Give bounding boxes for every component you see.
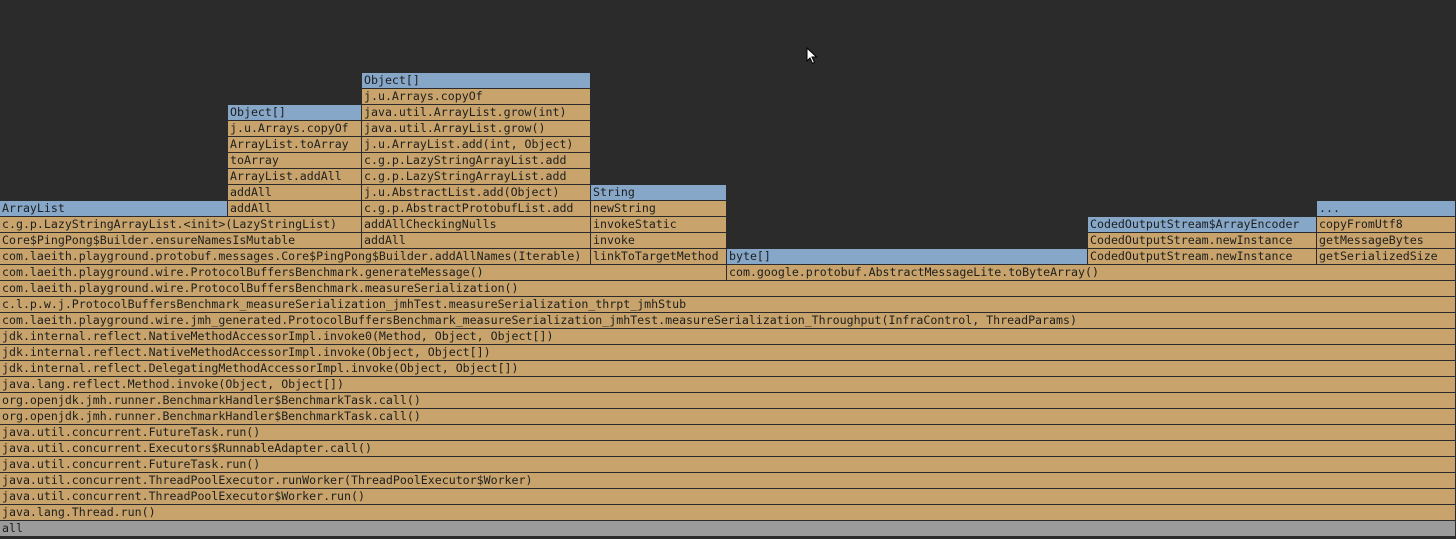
flame-frame[interactable]: c.g.p.LazyStringArrayList.add — [362, 153, 591, 168]
flame-frame[interactable]: newString — [591, 201, 727, 216]
flame-frame[interactable]: org.openjdk.jmh.runner.BenchmarkHandler$… — [0, 393, 1456, 408]
flame-frame[interactable]: addAll — [228, 185, 362, 200]
flame-frame[interactable]: com.laeith.playground.protobuf.messages.… — [0, 249, 591, 264]
flame-frame[interactable]: java.util.ArrayList.grow() — [362, 121, 591, 136]
flame-frame[interactable]: Object[] — [228, 105, 362, 120]
flame-frame[interactable]: ArrayList.toArray — [228, 137, 362, 152]
flame-frame[interactable]: com.laeith.playground.wire.ProtocolBuffe… — [0, 281, 1456, 296]
flame-frame[interactable]: com.laeith.playground.wire.jmh_generated… — [0, 313, 1456, 328]
flame-frame[interactable]: j.u.Arrays.copyOf — [362, 89, 591, 104]
flame-frame[interactable]: java.util.concurrent.Executors$RunnableA… — [0, 441, 1456, 456]
flame-frame[interactable]: ArrayList.addAll — [228, 169, 362, 184]
flame-frame[interactable]: c.g.p.AbstractProtobufList.add — [362, 201, 591, 216]
flame-frame[interactable]: CodedOutputStream.newInstance — [1088, 233, 1317, 248]
flame-frame[interactable]: CodedOutputStream.newInstance — [1088, 249, 1317, 264]
flame-frame[interactable]: c.l.p.w.j.ProtocolBuffersBenchmark_measu… — [0, 297, 1456, 312]
flame-frame[interactable]: c.g.p.LazyStringArrayList.<init>(LazyStr… — [0, 217, 362, 232]
flame-frame[interactable]: invokeStatic — [591, 217, 727, 232]
flame-frame[interactable]: String — [591, 185, 727, 200]
flame-frame[interactable]: java.lang.reflect.Method.invoke(Object, … — [0, 377, 1456, 392]
flame-frame[interactable]: java.util.concurrent.ThreadPoolExecutor.… — [0, 473, 1456, 488]
flame-frame[interactable]: java.util.concurrent.FutureTask.run() — [0, 425, 1456, 440]
flame-frame[interactable]: Object[] — [362, 73, 591, 88]
flame-frame[interactable]: getMessageBytes — [1317, 233, 1456, 248]
flame-frame[interactable]: ArrayList — [0, 201, 228, 216]
flame-frame[interactable]: com.google.protobuf.AbstractMessageLite.… — [727, 265, 1456, 280]
mouse-cursor-icon — [806, 47, 818, 65]
flame-frame[interactable]: Core$PingPong$Builder.ensureNamesIsMutab… — [0, 233, 362, 248]
flame-frame[interactable]: copyFromUtf8 — [1317, 217, 1456, 232]
flame-graph: all java.lang.Thread.run() java.util.concu… — [0, 0, 1456, 539]
flame-frame[interactable]: java.lang.Thread.run() — [0, 505, 1456, 520]
flame-frame[interactable]: j.u.ArrayList.add(int, Object) — [362, 137, 591, 152]
flame-frame[interactable]: CodedOutputStream$ArrayEncoder — [1088, 217, 1317, 232]
flame-frame[interactable]: j.u.Arrays.copyOf — [228, 121, 362, 136]
flame-frame[interactable]: invoke — [591, 233, 727, 248]
flame-frame[interactable]: all — [0, 521, 1456, 536]
flame-frame[interactable]: java.util.ArrayList.grow(int) — [362, 105, 591, 120]
flame-frame[interactable]: toArray — [228, 153, 362, 168]
flame-frame[interactable]: ... — [1317, 201, 1456, 216]
flame-frame[interactable]: java.util.concurrent.ThreadPoolExecutor$… — [0, 489, 1456, 504]
flame-frame[interactable]: j.u.AbstractList.add(Object) — [362, 185, 591, 200]
flame-frame[interactable]: byte[] — [727, 249, 1088, 264]
flame-frame[interactable]: addAllCheckingNulls — [362, 217, 591, 232]
flame-frame[interactable]: jdk.internal.reflect.NativeMethodAccesso… — [0, 345, 1456, 360]
flame-frame[interactable]: c.g.p.LazyStringArrayList.add — [362, 169, 591, 184]
flame-frame[interactable]: addAll — [362, 233, 591, 248]
flame-frame[interactable]: getSerializedSize — [1317, 249, 1456, 264]
flame-frame[interactable]: addAll — [228, 201, 362, 216]
flame-frame[interactable]: linkToTargetMethod — [591, 249, 727, 264]
flame-frame[interactable]: org.openjdk.jmh.runner.BenchmarkHandler$… — [0, 409, 1456, 424]
flame-frame[interactable]: com.laeith.playground.wire.ProtocolBuffe… — [0, 265, 727, 280]
flame-frame[interactable]: java.util.concurrent.FutureTask.run() — [0, 457, 1456, 472]
flame-frame[interactable]: jdk.internal.reflect.DelegatingMethodAcc… — [0, 361, 1456, 376]
flame-frame[interactable]: jdk.internal.reflect.NativeMethodAccesso… — [0, 329, 1456, 344]
